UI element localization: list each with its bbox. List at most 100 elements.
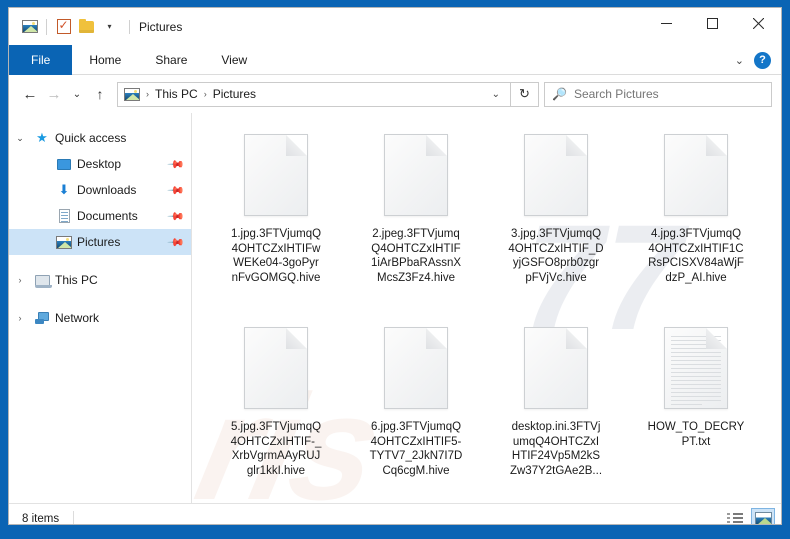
breadcrumb-pictures[interactable]: Pictures — [210, 87, 259, 101]
large-icons-view-icon — [754, 511, 772, 524]
navigation-pane: ⌄ ★ Quick access Desktop 📌 ⬇ Downloads 📌… — [9, 113, 192, 503]
sidebar-item-pictures[interactable]: Pictures 📌 — [9, 229, 191, 255]
recent-locations-icon[interactable]: ⌄ — [66, 81, 88, 107]
file-explorer-window: ▾ Pictures File Home Share View ⌄ ? ← — [8, 7, 782, 525]
status-divider — [73, 510, 75, 524]
file-item[interactable]: desktop.ini.3FTVj umqQ4OHTCZxI HTIF24Vp5… — [486, 312, 626, 503]
caret-down-glyph: ▾ — [107, 21, 112, 31]
forward-button[interactable]: → — [42, 81, 66, 107]
customize-caret-icon[interactable]: ▾ — [98, 15, 121, 38]
tab-file[interactable]: File — [9, 45, 73, 75]
sidebar-item-label: Pictures — [77, 235, 121, 249]
pin-icon[interactable]: 📌 — [167, 181, 186, 199]
blank-file-icon — [384, 123, 448, 227]
chevron-down-icon[interactable]: ⌄ — [9, 133, 31, 144]
file-name-label: desktop.ini.3FTVj umqQ4OHTCZxI HTIF24Vp5… — [509, 421, 603, 477]
quick-access-toolbar: ▾ Pictures — [9, 8, 182, 45]
window-title: Pictures — [129, 19, 182, 34]
breadcrumb-separator[interactable]: › — [201, 89, 210, 99]
file-name-label: 1.jpg.3FTVjumqQ 4OHTCZxIHTIFw WEKe04-3go… — [230, 228, 322, 284]
file-grid: 1.jpg.3FTVjumqQ 4OHTCZxIHTIFw WEKe04-3go… — [206, 119, 781, 503]
file-list-pane[interactable]: ris 77 1.jpg.3FTVjumqQ 4OHTCZxIHTIFw WEK… — [192, 113, 781, 503]
file-item[interactable]: 4.jpg.3FTVjumqQ 4OHTCZxIHTIF1C RsPCISXV8… — [626, 119, 766, 312]
file-item[interactable]: 2.jpeg.3FTVjumq Q4OHTCZxIHTIF 1iArBPbaRA… — [346, 119, 486, 312]
sidebar-item-downloads[interactable]: ⬇ Downloads 📌 — [9, 177, 191, 203]
pin-icon[interactable]: 📌 — [167, 207, 186, 225]
file-item[interactable]: 1.jpg.3FTVjumqQ 4OHTCZxIHTIFw WEKe04-3go… — [206, 119, 346, 312]
text-file-icon — [664, 316, 728, 420]
star-icon: ★ — [36, 130, 48, 145]
pictures-icon — [53, 235, 75, 249]
minimize-button[interactable] — [643, 8, 689, 38]
close-button[interactable] — [735, 8, 781, 38]
sidebar-item-label: This PC — [55, 273, 98, 287]
ribbon-right-controls: ⌄ ? — [735, 45, 775, 75]
file-item[interactable]: HOW_TO_DECRY PT.txt — [626, 312, 766, 503]
text-lines-glyph — [671, 336, 721, 405]
pictures-folder-icon[interactable] — [18, 15, 41, 38]
blank-file-icon — [384, 316, 448, 420]
sidebar-item-label: Desktop — [77, 157, 122, 171]
search-icon: 🔍 — [552, 87, 567, 101]
search-input[interactable] — [573, 87, 764, 101]
search-box[interactable]: 🔍 — [544, 81, 772, 107]
breadcrumb-pictures-icon — [124, 87, 140, 101]
maximize-button[interactable] — [689, 8, 735, 38]
sidebar-item-label: Downloads — [77, 183, 137, 197]
new-folder-icon[interactable] — [75, 15, 98, 38]
picture-glyph — [21, 20, 38, 33]
file-name-label: HOW_TO_DECRY PT.txt — [647, 421, 745, 448]
details-view-button[interactable] — [723, 508, 747, 525]
details-view-icon — [727, 512, 743, 524]
expand-ribbon-icon[interactable]: ⌄ — [735, 54, 744, 67]
help-icon[interactable]: ? — [754, 51, 771, 69]
tab-home[interactable]: Home — [72, 45, 138, 75]
chevron-right-icon[interactable]: › — [9, 313, 31, 323]
documents-icon — [53, 209, 75, 223]
large-icons-view-button[interactable] — [751, 507, 775, 524]
sidebar-item-label: Quick access — [55, 131, 127, 145]
downloads-icon: ⬇ — [58, 182, 70, 197]
pin-icon[interactable]: 📌 — [167, 155, 186, 173]
chevron-right-icon[interactable]: › — [9, 275, 31, 285]
sidebar-item-documents[interactable]: Documents 📌 — [9, 203, 191, 229]
address-bar: ← → ⌄ ↑ › This PC › Pictures ⌄ ↻ 🔍 — [9, 75, 781, 113]
file-name-label: 5.jpg.3FTVjumqQ 4OHTCZxIHTIF-_ XrbVgrmAA… — [230, 421, 322, 477]
sidebar-item-label: Network — [55, 311, 100, 325]
file-name-label: 2.jpeg.3FTVjumq Q4OHTCZxIHTIF 1iArBPbaRA… — [370, 228, 462, 284]
sidebar-item-network[interactable]: › Network — [9, 305, 191, 331]
qat-divider — [46, 18, 47, 35]
blank-file-icon — [524, 316, 588, 420]
pin-icon[interactable]: 📌 — [167, 233, 186, 251]
file-name-label: 3.jpg.3FTVjumqQ 4OHTCZxIHTIF_D yjGSFO8pr… — [508, 228, 604, 284]
blank-file-icon — [244, 316, 308, 420]
file-item[interactable]: 3.jpg.3FTVjumqQ 4OHTCZxIHTIF_D yjGSFO8pr… — [486, 119, 626, 312]
refresh-button[interactable]: ↻ — [511, 81, 539, 107]
tab-view[interactable]: View — [204, 45, 264, 75]
sidebar-item-desktop[interactable]: Desktop 📌 — [9, 151, 191, 177]
blank-file-icon — [524, 123, 588, 227]
back-button[interactable]: ← — [18, 81, 42, 107]
ribbon-tabs: File Home Share View ⌄ ? — [9, 45, 781, 75]
sidebar-item-this-pc[interactable]: › This PC — [9, 267, 191, 293]
tab-share[interactable]: Share — [138, 45, 204, 75]
item-count-label: 8 items — [22, 512, 60, 525]
this-pc-icon — [31, 274, 53, 288]
breadcrumb[interactable]: › This PC › Pictures ⌄ — [117, 81, 511, 107]
file-item[interactable]: 6.jpg.3FTVjumqQ 4OHTCZxIHTIF5- TYTV7_2Jk… — [346, 312, 486, 503]
breadcrumb-dropdown-icon[interactable]: ⌄ — [484, 89, 508, 100]
title-bar: ▾ Pictures — [9, 8, 781, 45]
blank-file-icon — [244, 123, 308, 227]
view-toggle-group — [723, 507, 775, 525]
network-icon — [31, 312, 53, 324]
explorer-body: ⌄ ★ Quick access Desktop 📌 ⬇ Downloads 📌… — [9, 113, 781, 503]
breadcrumb-this-pc[interactable]: This PC — [152, 87, 201, 101]
sidebar-item-quick-access[interactable]: ⌄ ★ Quick access — [9, 125, 191, 151]
breadcrumb-separator[interactable]: › — [143, 89, 152, 99]
file-name-label: 6.jpg.3FTVjumqQ 4OHTCZxIHTIF5- TYTV7_2Jk… — [369, 421, 463, 477]
window-controls — [643, 8, 781, 38]
blank-file-icon — [664, 123, 728, 227]
properties-icon[interactable] — [52, 15, 75, 38]
up-button[interactable]: ↑ — [88, 81, 112, 107]
file-item[interactable]: 5.jpg.3FTVjumqQ 4OHTCZxIHTIF-_ XrbVgrmAA… — [206, 312, 346, 503]
